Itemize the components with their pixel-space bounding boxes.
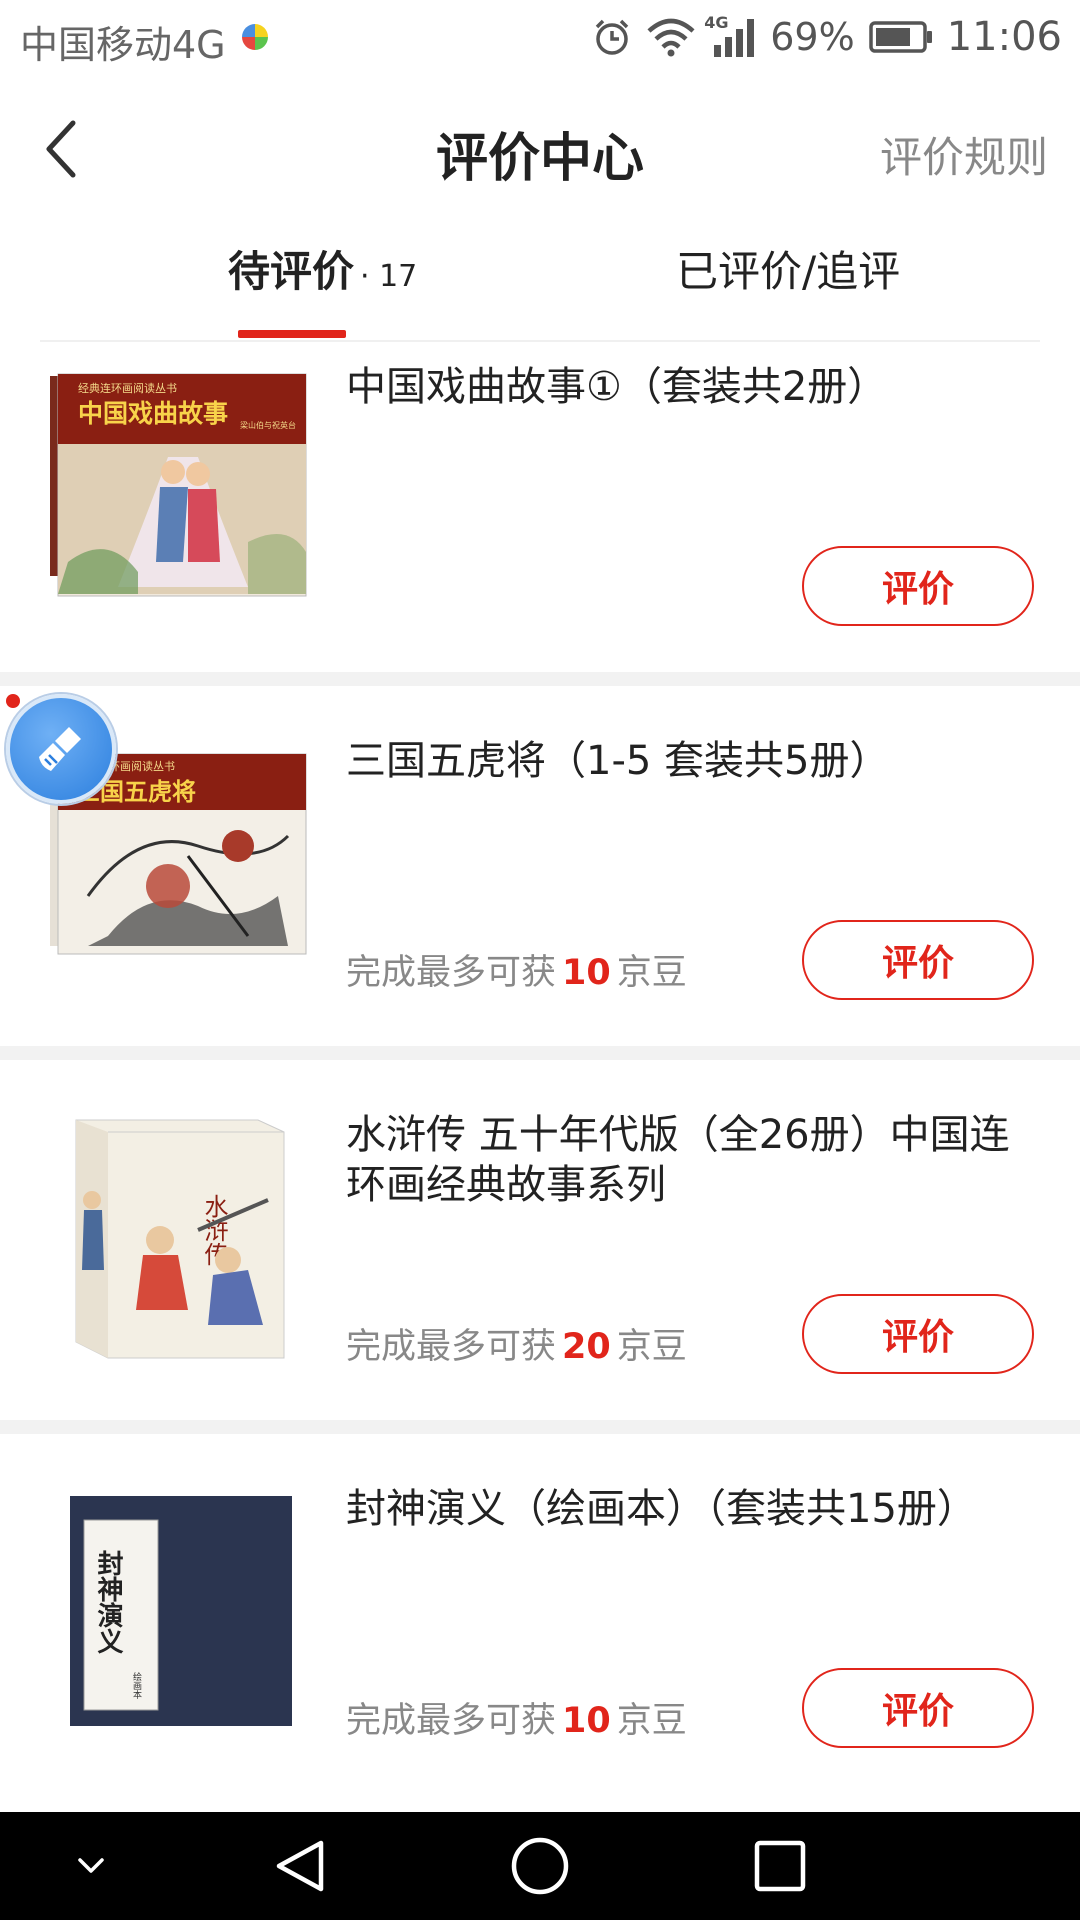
broom-icon (39, 727, 81, 771)
reward-prefix: 完成最多可获 (346, 1327, 557, 1367)
clock: 11:06 (946, 14, 1062, 60)
product-thumbnail[interactable]: 经典连环画阅读丛书 中国戏曲故事 梁山伯与祝英台 (48, 362, 308, 612)
reward-suffix: 京豆 (616, 1327, 687, 1367)
nav-collapse-button[interactable] (66, 1836, 116, 1896)
product-thumbnail[interactable]: 封神演义 绘画本 (48, 1484, 308, 1734)
tab-pending-count: · 17 (360, 259, 418, 294)
screen: 中国移动4G 4G 69% 11:06 评价中心 评价规则 待评价 · 17 已… (0, 0, 1080, 1920)
signal-icon (714, 19, 755, 57)
reward-prefix: 完成最多可获 (346, 953, 557, 993)
chevron-down-icon (78, 1858, 104, 1873)
review-list: 经典连环画阅读丛书 中国戏曲故事 梁山伯与祝英台 中国戏曲故事①（套装共2册） … (0, 342, 1080, 1794)
tab-pending-label: 待评价 (228, 247, 355, 296)
reward-prefix: 完成最多可获 (346, 1701, 557, 1741)
notification-dot (6, 694, 20, 708)
reward-points: 20 (562, 1327, 611, 1367)
reward-points: 10 (562, 953, 611, 993)
cover-subtitle: 绘画本 (131, 1671, 142, 1700)
review-button[interactable]: 评价 (802, 1668, 1034, 1748)
nav-recent-button[interactable] (748, 1836, 812, 1896)
reward-info: 完成最多可获 10 京豆 (346, 944, 687, 995)
review-button[interactable]: 评价 (802, 1294, 1034, 1374)
review-button[interactable]: 评价 (802, 920, 1034, 1000)
tab-pending-review[interactable]: 待评价 · 17 (228, 238, 417, 328)
signal-group: 4G (704, 13, 756, 59)
status-bar: 中国移动4G 4G 69% 11:06 (0, 0, 1080, 74)
active-tab-indicator (238, 330, 346, 338)
list-item: 经典连环画阅读丛书 三国五虎将 三国五虎将（1-5 套装共5册） 完成最多可获 1… (0, 686, 1080, 1046)
reward-points: 10 (562, 1701, 611, 1741)
triangle-back-icon (276, 1840, 324, 1892)
reward-suffix: 京豆 (616, 953, 687, 993)
tab-bar: 待评价 · 17 已评价/追评 (0, 224, 1080, 340)
separator (0, 1046, 1080, 1060)
cover-subtitle: 梁山伯与祝英台 (240, 420, 296, 430)
tab-reviewed[interactable]: 已评价/追评 (676, 238, 900, 328)
product-title[interactable]: 中国戏曲故事①（套装共2册） (346, 362, 1040, 412)
nav-back-button[interactable] (268, 1836, 332, 1896)
product-thumbnail[interactable]: 水浒传 (48, 1110, 308, 1360)
nav-home-button[interactable] (508, 1836, 572, 1896)
header: 评价中心 评价规则 (0, 74, 1080, 224)
cover-series: 经典连环画阅读丛书 (78, 381, 177, 395)
cover-title: 中国戏曲故事 (78, 399, 228, 428)
product-title[interactable]: 封神演义（绘画本）（套装共15册） (346, 1484, 1040, 1534)
reward-suffix: 京豆 (616, 1701, 687, 1741)
battery-icon (868, 21, 932, 53)
separator (0, 672, 1080, 686)
wifi-icon (647, 18, 695, 57)
alarm-icon (596, 19, 629, 55)
carrier-name: 中国移动4G (20, 23, 226, 67)
list-item: 水浒传 水浒传 五十年代版（全26册）中国连环画经典故事系列 完成最多可获 20 京… (0, 1060, 1080, 1420)
reward-info: 完成最多可获 10 京豆 (346, 1692, 687, 1743)
product-title[interactable]: 水浒传 五十年代版（全26册）中国连环画经典故事系列 (346, 1110, 1040, 1210)
product-title[interactable]: 三国五虎将（1-5 套装共5册） (346, 736, 1040, 786)
tab-reviewed-label: 已评价/追评 (676, 247, 901, 296)
status-icons: 4G 69% 11:06 (592, 10, 1062, 64)
circle-home-icon (511, 1837, 569, 1895)
review-button[interactable]: 评价 (802, 546, 1034, 626)
reward-info: 完成最多可获 20 京豆 (346, 1318, 687, 1369)
list-item: 封神演义 绘画本 封神演义（绘画本）（套装共15册） 完成最多可获 10 京豆 评价 (0, 1434, 1080, 1794)
square-recent-icon (754, 1840, 806, 1892)
system-nav-bar (0, 1812, 1080, 1920)
review-rules-link[interactable]: 评价规则 (880, 124, 1048, 185)
app-notification-icon (242, 24, 268, 50)
floating-assistant-button[interactable] (6, 694, 116, 804)
cover-title: 封神演义 (93, 1550, 123, 1654)
separator (0, 1420, 1080, 1434)
battery-percent: 69% (770, 15, 855, 59)
list-item: 经典连环画阅读丛书 中国戏曲故事 梁山伯与祝英台 中国戏曲故事①（套装共2册） … (0, 342, 1080, 672)
